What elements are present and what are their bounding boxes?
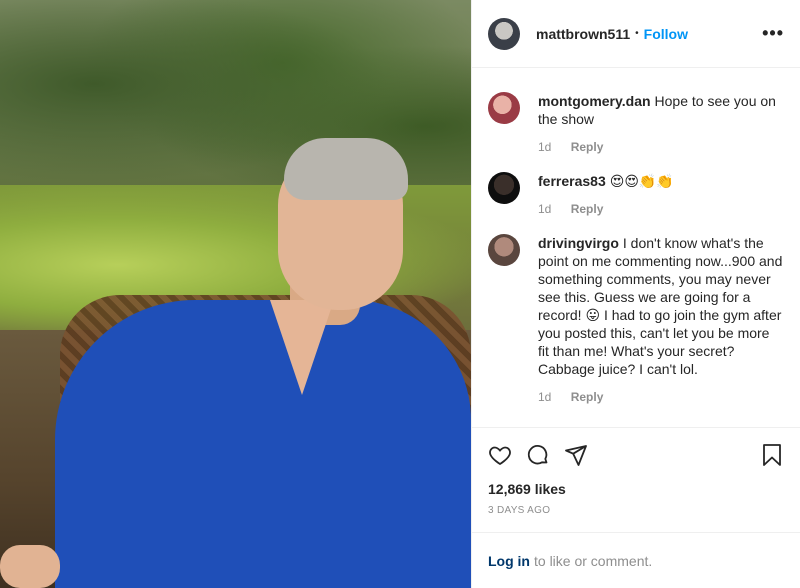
- author-avatar[interactable]: [488, 17, 520, 50]
- post-header: mattbrown511 • Follow •••: [472, 0, 800, 68]
- instagram-post: mattbrown511 • Follow ••• montgomery.dan…: [0, 0, 800, 588]
- post-date[interactable]: 3 DAYS AGO: [472, 497, 800, 516]
- comment-text: I don't know what's the point on me comm…: [538, 235, 783, 377]
- commenter-avatar[interactable]: [488, 172, 520, 204]
- photo-hand: [0, 545, 60, 588]
- comment-age[interactable]: 1d: [538, 202, 551, 216]
- comment-item: montgomery.dan Hope to see you on the sho…: [488, 92, 784, 156]
- comment-age[interactable]: 1d: [538, 140, 551, 154]
- follow-button[interactable]: Follow: [644, 26, 688, 42]
- photo-v-neck: [270, 300, 334, 395]
- comment-text: 😍😍👏👏: [609, 173, 674, 189]
- photo-hair: [284, 138, 408, 200]
- comment-item: ferreras83 😍😍👏👏 1d Reply: [488, 172, 784, 218]
- reply-button[interactable]: Reply: [571, 202, 604, 216]
- comments-list: montgomery.dan Hope to see you on the sho…: [472, 68, 800, 427]
- reply-button[interactable]: Reply: [571, 140, 604, 154]
- reply-button[interactable]: Reply: [571, 390, 604, 404]
- comment-bubble-icon[interactable]: [522, 439, 554, 471]
- login-prompt: Log in to like or comment.: [472, 532, 800, 588]
- bookmark-icon[interactable]: [756, 439, 788, 471]
- post-photo[interactable]: [0, 0, 471, 588]
- post-actions-bar: [472, 427, 800, 481]
- login-link[interactable]: Log in: [488, 553, 530, 569]
- likes-count[interactable]: 12,869 likes: [472, 481, 800, 497]
- comment-age[interactable]: 1d: [538, 390, 551, 404]
- login-prompt-text: to like or comment.: [534, 552, 653, 569]
- commenter-avatar[interactable]: [488, 92, 520, 124]
- paper-plane-icon[interactable]: [560, 439, 592, 471]
- heart-icon[interactable]: [484, 439, 516, 471]
- comment-item: drivingvirgo I don't know what's the poin…: [488, 234, 784, 406]
- post-side-panel: mattbrown511 • Follow ••• montgomery.dan…: [471, 0, 800, 588]
- author-username[interactable]: mattbrown511: [536, 26, 630, 42]
- separator-dot: •: [635, 28, 639, 39]
- more-options-icon[interactable]: •••: [762, 23, 784, 44]
- comment-username[interactable]: drivingvirgo: [538, 235, 619, 251]
- commenter-avatar[interactable]: [488, 234, 520, 266]
- photo-blue-sweater: [55, 300, 471, 588]
- comment-username[interactable]: ferreras83: [538, 173, 606, 189]
- comment-username[interactable]: montgomery.dan: [538, 93, 651, 109]
